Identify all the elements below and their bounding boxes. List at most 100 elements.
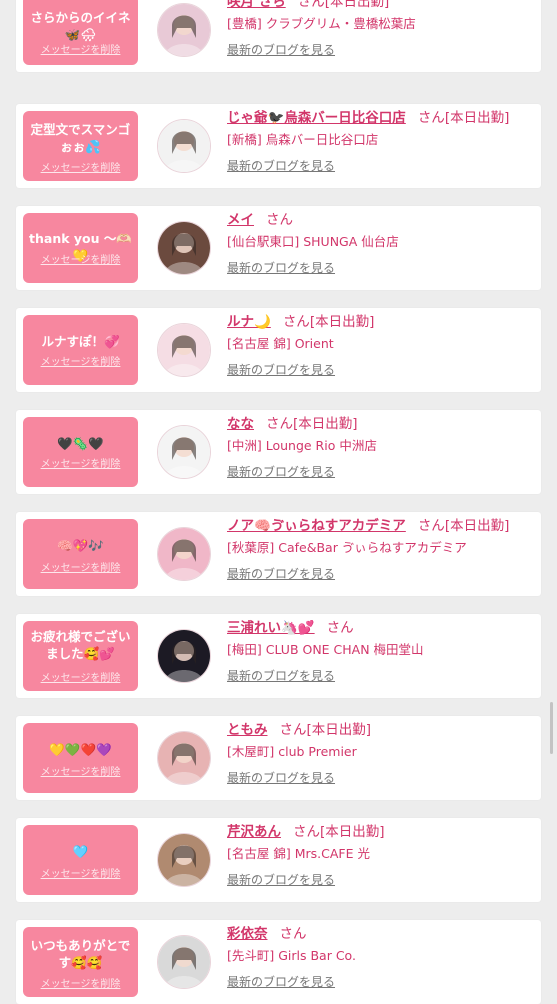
avatar-image <box>158 324 210 376</box>
latest-blog-link[interactable]: 最新のブログを見る <box>227 871 535 889</box>
name-line: ともみ さん[本日出勤] <box>227 720 535 740</box>
avatar-image <box>158 222 210 274</box>
message-text: さらからのイイネ🦋🌧 <box>30 10 131 42</box>
message-card: 💛💚❤️💜 メッセージを削除 ともみ さん[本日出勤] [木屋町] club Premi… <box>16 716 541 800</box>
latest-blog-link[interactable]: 最新のブログを見る <box>227 769 535 787</box>
delete-message-link[interactable]: メッセージを削除 <box>23 45 138 57</box>
message-card: 定型文でスマンゴぉぉ💦 メッセージを削除 じゃ爺🐦‍⬛烏森バー日比谷口店 さん[本日出… <box>16 104 541 188</box>
message-bubble: thank you 〜🫶🏻💛 メッセージを削除 <box>23 213 138 283</box>
shop-name: [仙台駅東口] SHUNGA 仙台店 <box>227 234 399 249</box>
name-line: 咲月 さら さん[本日出勤] <box>227 0 535 12</box>
latest-blog-link[interactable]: 最新のブログを見る <box>227 41 535 59</box>
avatar[interactable] <box>157 221 211 275</box>
avatar[interactable] <box>157 935 211 989</box>
avatar[interactable] <box>157 731 211 785</box>
name-line: メイ さん <box>227 210 535 230</box>
latest-blog-link[interactable]: 最新のブログを見る <box>227 463 535 481</box>
shop-name: [木屋町] club Premier <box>227 744 357 759</box>
cast-info: 咲月 さら さん[本日出勤] [豊橋] クラブグリム・豊橋松葉店 最新のブログを見る <box>227 0 535 59</box>
avatar[interactable] <box>157 119 211 173</box>
honorific: さん <box>266 212 293 228</box>
cast-name-link[interactable]: ともみ <box>227 722 268 738</box>
cast-name-link[interactable]: 咲月 さら <box>227 0 286 10</box>
message-text: ルナすぽ！💞 <box>41 334 120 349</box>
shop-name: [名古屋 錦] Orient <box>227 336 334 351</box>
message-bubble: 🧠💖🎶 メッセージを削除 <box>23 519 138 589</box>
avatar[interactable] <box>157 425 211 479</box>
delete-message-link[interactable]: メッセージを削除 <box>23 673 138 685</box>
message-card: いつもありがとです🥰🥰 メッセージを削除 彩依奈 さん [先斗町] Girls Bar … <box>16 920 541 1004</box>
message-card: thank you 〜🫶🏻💛 メッセージを削除 メイ さん [仙台駅東口] SHUNGA… <box>16 206 541 290</box>
message-card: 🩵 メッセージを削除 芹沢あん さん[本日出勤] [名古屋 錦] Mrs.CAFE 光最… <box>16 818 541 902</box>
shop-name: [先斗町] Girls Bar Co. <box>227 948 356 963</box>
message-card: お疲れ様でございました🥰💕 メッセージを削除 三浦れい🦄💕 さん [梅田] CLUB O… <box>16 614 541 698</box>
shop-name: [名古屋 錦] Mrs.CAFE 光 <box>227 846 370 861</box>
avatar-image <box>158 426 210 478</box>
avatar-image <box>158 834 210 886</box>
scrollbar[interactable] <box>550 702 553 754</box>
honorific: さん <box>297 0 325 10</box>
shop-name: [梅田] CLUB ONE CHAN 梅田堂山 <box>227 642 424 657</box>
cast-info: ノア🧠ゔぃらねすアカデミア さん[本日出勤] [秋葉原] Cafe&Bar ゔぃらね… <box>227 516 535 583</box>
honorific: さん <box>326 620 354 636</box>
work-status-badge: [本日出勤] <box>324 0 390 10</box>
avatar-image <box>158 528 210 580</box>
message-card: 🖤🦠🖤 メッセージを削除 なな さん[本日出勤] [中洲] Lounge Rio 中洲店… <box>16 410 541 494</box>
message-bubble: お疲れ様でございました🥰💕 メッセージを削除 <box>23 621 138 691</box>
work-status-badge: [本日出勤] <box>306 722 372 738</box>
cast-info: ルナ🌙 さん[本日出勤] [名古屋 錦] Orient 最新のブログを見る <box>227 312 535 379</box>
delete-message-link[interactable]: メッセージを削除 <box>23 459 138 471</box>
delete-message-link[interactable]: メッセージを削除 <box>23 767 138 779</box>
delete-message-link[interactable]: メッセージを削除 <box>23 979 138 991</box>
cast-info: 三浦れい🦄💕 さん [梅田] CLUB ONE CHAN 梅田堂山最新のブログを見る <box>227 618 535 685</box>
cast-name-link[interactable]: 芹沢あん <box>227 824 281 840</box>
name-line: ルナ🌙 さん[本日出勤] <box>227 312 535 332</box>
name-line: 芹沢あん さん[本日出勤] <box>227 822 535 842</box>
avatar[interactable] <box>157 527 211 581</box>
avatar-image <box>158 4 210 56</box>
latest-blog-link[interactable]: 最新のブログを見る <box>227 667 535 685</box>
cast-info: 芹沢あん さん[本日出勤] [名古屋 錦] Mrs.CAFE 光最新のブログを見る <box>227 822 535 889</box>
message-card: さらからのイイネ🦋🌧 メッセージを削除 咲月 さら さん[本日出勤] [豊橋] クラブグ… <box>16 0 541 72</box>
message-card: ルナすぽ！💞 メッセージを削除 ルナ🌙 さん[本日出勤] [名古屋 錦] Orient 最… <box>16 308 541 392</box>
message-bubble: 🩵 メッセージを削除 <box>23 825 138 895</box>
latest-blog-link[interactable]: 最新のブログを見る <box>227 259 535 277</box>
delete-message-link[interactable]: メッセージを削除 <box>23 869 138 881</box>
cast-info: なな さん[本日出勤] [中洲] Lounge Rio 中洲店 最新のブログを見る <box>227 414 535 481</box>
honorific: さん <box>279 926 307 942</box>
cast-name-link[interactable]: なな <box>227 416 254 432</box>
avatar-image <box>158 120 210 172</box>
latest-blog-link[interactable]: 最新のブログを見る <box>227 361 535 379</box>
cast-name-link[interactable]: メイ <box>227 212 254 228</box>
cast-info: ともみ さん[本日出勤] [木屋町] club Premier 最新のブログを見る <box>227 720 535 787</box>
latest-blog-link[interactable]: 最新のブログを見る <box>227 973 535 991</box>
honorific: さん <box>417 518 445 534</box>
name-line: なな さん[本日出勤] <box>227 414 535 434</box>
work-status-badge: [本日出勤] <box>320 824 385 840</box>
avatar[interactable] <box>157 833 211 887</box>
avatar[interactable] <box>157 3 211 57</box>
message-text: お疲れ様でございました🥰💕 <box>30 629 131 661</box>
honorific: さん <box>282 314 310 330</box>
cast-name-link[interactable]: じゃ爺🐦‍⬛烏森バー日比谷口店 <box>227 110 406 126</box>
delete-message-link[interactable]: メッセージを削除 <box>23 563 138 575</box>
cast-name-link[interactable]: 彩依奈 <box>227 926 268 942</box>
delete-message-link[interactable]: メッセージを削除 <box>23 357 138 369</box>
message-bubble: 🖤🦠🖤 メッセージを削除 <box>23 417 138 487</box>
honorific: さん <box>266 416 293 432</box>
cast-name-link[interactable]: ルナ🌙 <box>227 314 271 330</box>
latest-blog-link[interactable]: 最新のブログを見る <box>227 565 535 583</box>
delete-message-link[interactable]: メッセージを削除 <box>23 255 138 267</box>
name-line: 彩依奈 さん <box>227 924 535 944</box>
name-line: ノア🧠ゔぃらねすアカデミア さん[本日出勤] <box>227 516 535 536</box>
delete-message-link[interactable]: メッセージを削除 <box>23 163 138 175</box>
cast-name-link[interactable]: ノア🧠ゔぃらねすアカデミア <box>227 518 406 534</box>
cast-info: メイ さん [仙台駅東口] SHUNGA 仙台店最新のブログを見る <box>227 210 535 277</box>
message-text: 🖤🦠🖤 <box>57 436 104 451</box>
message-text: 定型文でスマンゴぉぉ💦 <box>30 122 131 154</box>
shop-name: [新橋] 烏森バー日比谷口店 <box>227 132 379 147</box>
avatar[interactable] <box>157 323 211 377</box>
cast-name-link[interactable]: 三浦れい🦄💕 <box>227 620 315 636</box>
avatar[interactable] <box>157 629 211 683</box>
latest-blog-link[interactable]: 最新のブログを見る <box>227 157 535 175</box>
